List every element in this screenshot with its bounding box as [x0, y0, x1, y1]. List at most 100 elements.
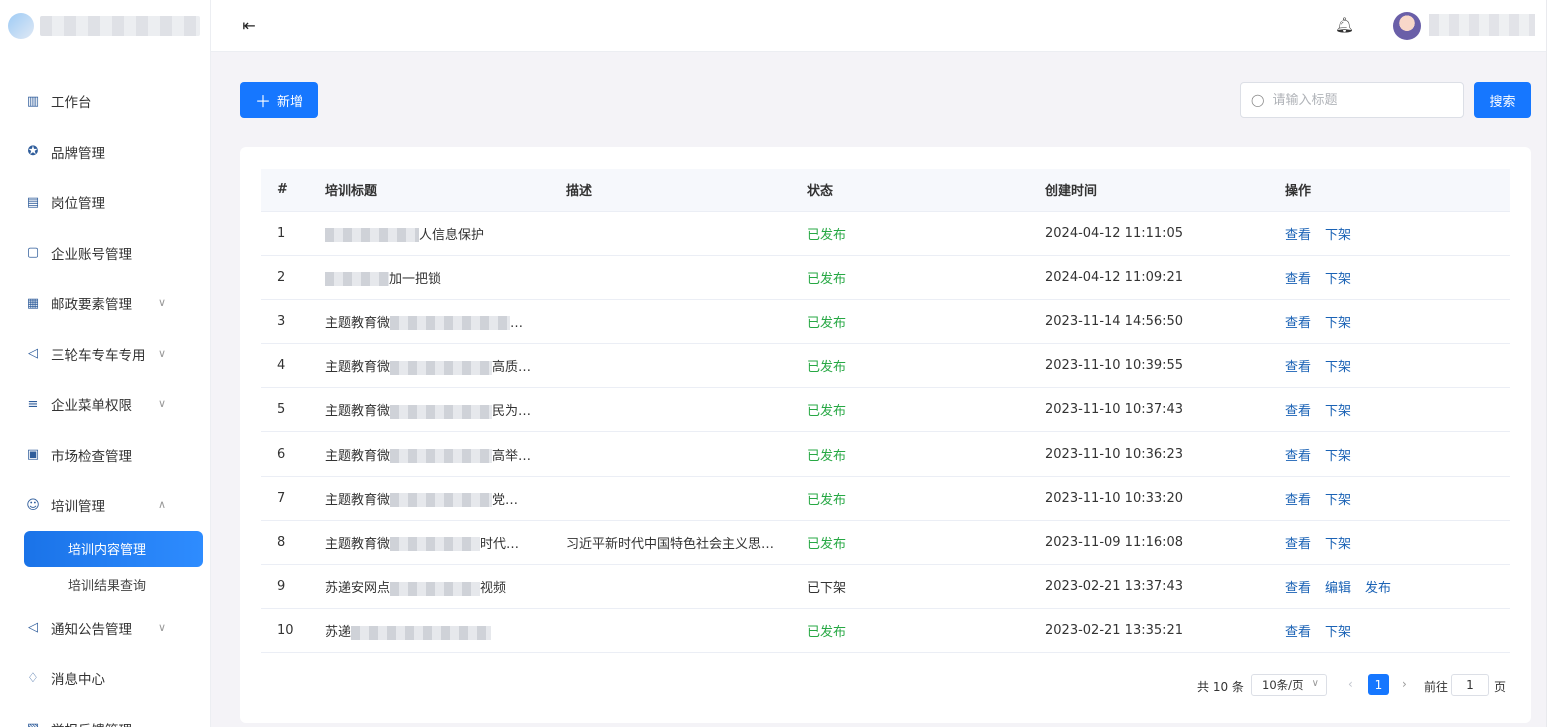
notification-bell-icon[interactable]: 🔔︎ — [1335, 16, 1354, 34]
goto-page-input[interactable] — [1451, 674, 1489, 696]
title-text: 主题教育微 — [325, 315, 391, 331]
row-action-link[interactable]: 下架 — [1325, 537, 1351, 552]
table-row: 5 主题教育微 民为… 已发布 2023-11-10 10:37:43 查看 下架 — [261, 387, 1510, 433]
row-status: 已发布 — [807, 343, 1045, 389]
title-redacted — [325, 272, 389, 287]
row-action-link[interactable]: 查看 — [1285, 404, 1311, 419]
row-created-time: 2023-11-10 10:39:55 — [1045, 343, 1285, 389]
row-description — [566, 608, 807, 654]
next-page-icon[interactable]: › — [1402, 677, 1407, 691]
goto-suffix: 页 — [1494, 680, 1507, 694]
header-created-time: 创建时间 — [1045, 169, 1285, 212]
table-row: 10 苏递 已发布 2023-02-21 13:35:21 查看 下架 — [261, 608, 1510, 654]
title-text: 高举… — [492, 448, 532, 464]
title-text: 时代… — [480, 536, 520, 552]
row-title: 主题教育微 时代… — [325, 520, 566, 566]
training-icon: ☺ — [26, 497, 40, 513]
row-created-time: 2024-04-12 11:11:05 — [1045, 211, 1285, 256]
sidebar-item-7[interactable]: ▣ 市场检查管理 — [0, 430, 210, 481]
row-action-link[interactable]: 查看 — [1285, 316, 1311, 331]
sidebar-item-after-2[interactable]: ▧ 举报反馈管理 — [0, 704, 210, 727]
row-action-link[interactable]: 查看 — [1285, 581, 1311, 596]
megaphone-icon: ◁ — [28, 620, 38, 636]
user-name-redacted[interactable] — [1429, 14, 1535, 36]
row-action-link[interactable]: 下架 — [1325, 625, 1351, 640]
row-action-link[interactable]: 下架 — [1325, 316, 1351, 331]
title-text: 党… — [492, 492, 519, 508]
sidebar-item-5[interactable]: ◁ 三轮车专车专用 ∨ — [0, 329, 210, 380]
megaphone-icon: ◁ — [28, 346, 38, 362]
title-redacted — [390, 360, 493, 375]
page-size-select[interactable]: 10条/页 ∨ — [1251, 674, 1327, 696]
add-button[interactable]: ＋ 新增 — [240, 82, 318, 118]
collapse-menu-icon[interactable]: ⇤ — [239, 15, 259, 35]
prev-page-icon[interactable]: ‹ — [1348, 677, 1353, 691]
row-action-link[interactable]: 查看 — [1285, 272, 1311, 287]
document-icon: ▦ — [26, 295, 40, 311]
row-action-link[interactable]: 查看 — [1285, 493, 1311, 508]
sidebar-item-label: 消息中心 — [51, 672, 105, 689]
row-index: 9 — [261, 564, 325, 610]
row-title: 主题教育微 高举… — [325, 431, 566, 477]
chevron-down-icon: ∨ — [157, 397, 166, 411]
row-status: 已发布 — [807, 520, 1045, 566]
title-text: 人信息保护 — [419, 227, 485, 243]
title-text: 高质… — [492, 360, 532, 376]
row-status: 已发布 — [807, 431, 1045, 477]
page-number-current[interactable]: 1 — [1368, 674, 1389, 695]
sidebar-subitem-0[interactable]: 培训内容管理 — [24, 530, 203, 567]
sidebar-item-2[interactable]: ▤ 岗位管理 — [0, 177, 210, 228]
row-action-link[interactable]: 下架 — [1325, 493, 1351, 508]
row-description — [566, 343, 807, 389]
sidebar-item-after-1[interactable]: ♢ 消息中心 — [0, 653, 210, 704]
search-input[interactable] — [1272, 92, 1453, 108]
row-action-link[interactable]: 下架 — [1325, 228, 1351, 243]
row-action-link[interactable]: 查看 — [1285, 228, 1311, 243]
row-created-time: 2023-02-21 13:35:21 — [1045, 608, 1285, 654]
logo[interactable] — [0, 0, 210, 52]
row-action-link[interactable]: 下架 — [1325, 360, 1351, 375]
search-box[interactable]: ◯ — [1240, 82, 1464, 118]
title-text: 视频 — [480, 581, 507, 597]
row-action-link[interactable]: 查看 — [1285, 625, 1311, 640]
monitor-icon: ▢ — [26, 245, 40, 261]
table-row: 8 主题教育微 时代… 习近平新时代中国特色社会主义思… 已发布 2023-11-09 1… — [261, 520, 1510, 566]
row-action-link[interactable]: 编辑 — [1325, 581, 1351, 596]
user-avatar[interactable] — [1393, 12, 1421, 40]
sidebar-item-3[interactable]: ▢ 企业账号管理 — [0, 228, 210, 279]
row-action-link[interactable]: 查看 — [1285, 537, 1311, 552]
sidebar-item-6[interactable]: ≡ 企业菜单权限 ∨ — [0, 379, 210, 430]
search-button[interactable]: 搜索 — [1474, 82, 1531, 118]
row-index: 10 — [261, 608, 325, 654]
row-created-time: 2023-11-10 10:33:20 — [1045, 476, 1285, 521]
page-scrollbar[interactable] — [1546, 0, 1555, 727]
row-action-link[interactable]: 下架 — [1325, 272, 1351, 287]
row-created-time: 2024-04-12 11:09:21 — [1045, 255, 1285, 300]
row-index: 7 — [261, 476, 325, 521]
row-action-link[interactable]: 下架 — [1325, 449, 1351, 464]
sidebar-item-8[interactable]: ☺ 培训管理 ∧ — [0, 480, 210, 531]
sidebar-item-4[interactable]: ▦ 邮政要素管理 ∨ — [0, 278, 210, 329]
row-action-link[interactable]: 发布 — [1365, 581, 1391, 596]
header-status: 状态 — [807, 169, 1045, 212]
sidebar-item-label: 工作台 — [51, 95, 92, 112]
row-index: 3 — [261, 299, 325, 345]
title-redacted — [390, 537, 481, 552]
sidebar-item-0[interactable]: ▥ 工作台 — [0, 76, 210, 127]
row-title: 苏递 — [325, 608, 566, 654]
plus-icon: ＋ — [254, 92, 271, 111]
row-description — [566, 299, 807, 345]
row-action-link[interactable]: 查看 — [1285, 360, 1311, 375]
table-row: 9 苏递安网点 视频 已下架 2023-02-21 13:37:43 查看 编辑 发布 — [261, 564, 1510, 610]
search-button-label: 搜索 — [1489, 94, 1516, 110]
sidebar-item-1[interactable]: ✪ 品牌管理 — [0, 127, 210, 178]
row-index: 4 — [261, 343, 325, 389]
search-icon: ◯ — [1251, 93, 1265, 107]
sidebar-item-after-0[interactable]: ◁ 通知公告管理 ∨ — [0, 603, 210, 654]
row-action-link[interactable]: 查看 — [1285, 449, 1311, 464]
table-row: 4 主题教育微 高质… 已发布 2023-11-10 10:39:55 查看 下架 — [261, 343, 1510, 389]
row-action-link[interactable]: 下架 — [1325, 404, 1351, 419]
sidebar-subitem-1[interactable]: 培训结果查询 — [0, 567, 210, 603]
table-row: 2 加一把锁 已发布 2024-04-12 11:09:21 查看 下架 — [261, 255, 1510, 300]
row-index: 6 — [261, 431, 325, 477]
